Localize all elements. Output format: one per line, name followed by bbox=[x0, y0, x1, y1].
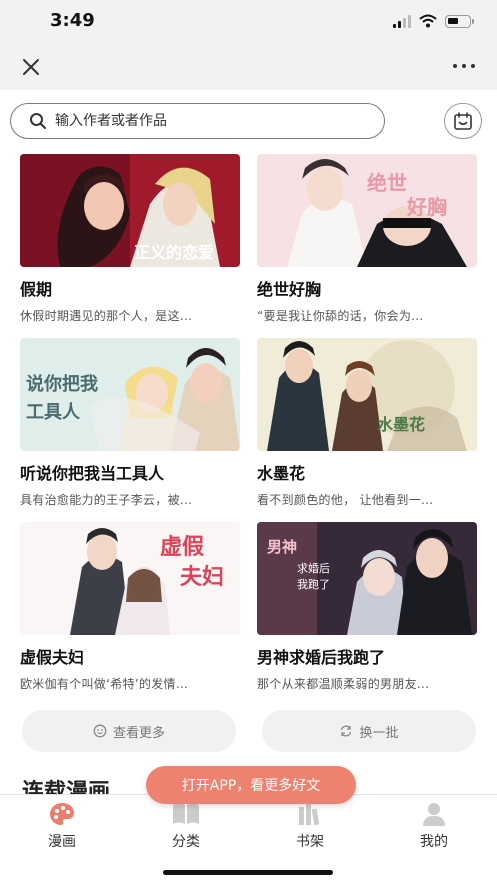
calendar-check-icon bbox=[454, 112, 472, 130]
svg-text:正义的恋爱: 正义的恋爱 bbox=[134, 243, 214, 262]
close-icon bbox=[23, 59, 39, 75]
svg-text:虚假: 虚假 bbox=[160, 534, 204, 560]
search-icon bbox=[30, 113, 46, 129]
svg-text:好胸: 好胸 bbox=[406, 195, 447, 219]
tab-profile[interactable]: 我的 bbox=[394, 801, 474, 851]
comic-cover[interactable]: 说你把我 工具人 bbox=[20, 338, 240, 451]
comic-title: 男神求婚后我跑了 bbox=[257, 648, 386, 667]
svg-text:求婚后: 求婚后 bbox=[297, 561, 330, 575]
cellular-signal-icon bbox=[393, 14, 411, 28]
comic-cover[interactable]: 绝世 好胸 bbox=[257, 154, 477, 267]
action-row: 查看更多 换一批 bbox=[0, 710, 497, 752]
open-app-button[interactable]: 打开APP，看更多好文 bbox=[146, 766, 356, 804]
palette-icon bbox=[50, 803, 74, 825]
comic-cover[interactable]: 正义的恋爱 bbox=[20, 154, 240, 267]
svg-text:工具人: 工具人 bbox=[26, 402, 81, 423]
comic-cover[interactable]: 虚假 夫妇 bbox=[20, 522, 240, 635]
smile-icon bbox=[93, 724, 107, 738]
comic-desc: “要是我让你舔的话，你会为... bbox=[257, 309, 424, 323]
section-title: 连载漫画 bbox=[22, 780, 111, 794]
see-more-button[interactable]: 查看更多 bbox=[22, 710, 236, 752]
svg-text:我跑了: 我跑了 bbox=[297, 577, 330, 591]
svg-text:男神: 男神 bbox=[267, 538, 297, 556]
tab-comics[interactable]: 漫画 bbox=[22, 801, 102, 851]
tab-categories[interactable]: 分类 bbox=[146, 801, 226, 851]
book-icon bbox=[173, 803, 199, 824]
battery-icon bbox=[445, 14, 474, 28]
comic-title: 水墨花 bbox=[257, 464, 306, 483]
svg-text:说你把我: 说你把我 bbox=[26, 373, 98, 395]
status-time: 3:49 bbox=[50, 10, 95, 31]
comic-title: 听说你把我当工具人 bbox=[20, 464, 165, 483]
more-options-button[interactable] bbox=[451, 54, 477, 78]
checkin-button[interactable] bbox=[444, 103, 482, 139]
svg-text:水墨花: 水墨花 bbox=[377, 415, 425, 434]
more-dots-icon bbox=[453, 64, 475, 68]
bookshelf-icon bbox=[299, 803, 320, 826]
comic-title: 虚假夫妇 bbox=[20, 648, 85, 667]
refresh-label: 换一批 bbox=[359, 725, 399, 741]
svg-text:夫妇: 夫妇 bbox=[180, 564, 224, 590]
see-more-label: 查看更多 bbox=[112, 725, 165, 741]
refresh-button[interactable]: 换一批 bbox=[262, 710, 476, 752]
comic-card[interactable]: 正义的恋爱 假期 休假时期遇见的那个人，是这... bbox=[20, 154, 240, 324]
refresh-icon bbox=[341, 725, 352, 737]
user-icon bbox=[423, 803, 445, 826]
close-button[interactable] bbox=[20, 56, 46, 78]
comic-card[interactable]: 绝世 好胸 绝世好胸 “要是我让你舔的话，你会为... bbox=[257, 154, 477, 324]
comic-desc: 那个从来都温顺柔弱的男朋友... bbox=[257, 677, 430, 691]
nav-bar bbox=[0, 44, 497, 90]
comic-cover[interactable]: 水墨花 bbox=[257, 338, 477, 451]
tab-label: 我的 bbox=[420, 834, 448, 850]
search-box[interactable] bbox=[10, 103, 385, 139]
comic-card[interactable]: 男神 求婚后 我跑了 男神求婚后我跑了 那个从来都温顺柔弱的男朋友... bbox=[257, 522, 477, 692]
comic-desc: 休假时期遇见的那个人，是这... bbox=[20, 309, 193, 323]
status-icons bbox=[393, 14, 474, 28]
comic-cover[interactable]: 男神 求婚后 我跑了 bbox=[257, 522, 477, 635]
comic-title: 绝世好胸 bbox=[257, 280, 322, 299]
search-input[interactable] bbox=[55, 113, 355, 129]
comic-card[interactable]: 水墨花 水墨花 看不到颜色的他， 让他看到一... bbox=[257, 338, 477, 508]
tab-bookshelf[interactable]: 书架 bbox=[270, 801, 350, 851]
comic-desc: 欧米伽有个叫做‘希特’的发情... bbox=[20, 677, 189, 691]
tab-label: 分类 bbox=[172, 834, 200, 850]
comic-desc: 具有治愈能力的王子李云，被... bbox=[20, 493, 193, 507]
tab-label: 书架 bbox=[296, 834, 324, 850]
status-bar: 3:49 bbox=[0, 0, 497, 44]
comic-title: 假期 bbox=[20, 280, 53, 299]
search-row bbox=[0, 90, 497, 152]
tab-label: 漫画 bbox=[48, 834, 76, 850]
comic-desc: 看不到颜色的他， 让他看到一... bbox=[257, 493, 434, 507]
comic-card[interactable]: 说你把我 工具人 听说你把我当工具人 具有治愈能力的王子李云，被... bbox=[20, 338, 240, 508]
home-indicator bbox=[163, 870, 333, 875]
wifi-icon bbox=[419, 14, 437, 28]
svg-text:绝世: 绝世 bbox=[367, 171, 407, 195]
comic-card[interactable]: 虚假 夫妇 虚假夫妇 欧米伽有个叫做‘希特’的发情... bbox=[20, 522, 240, 692]
